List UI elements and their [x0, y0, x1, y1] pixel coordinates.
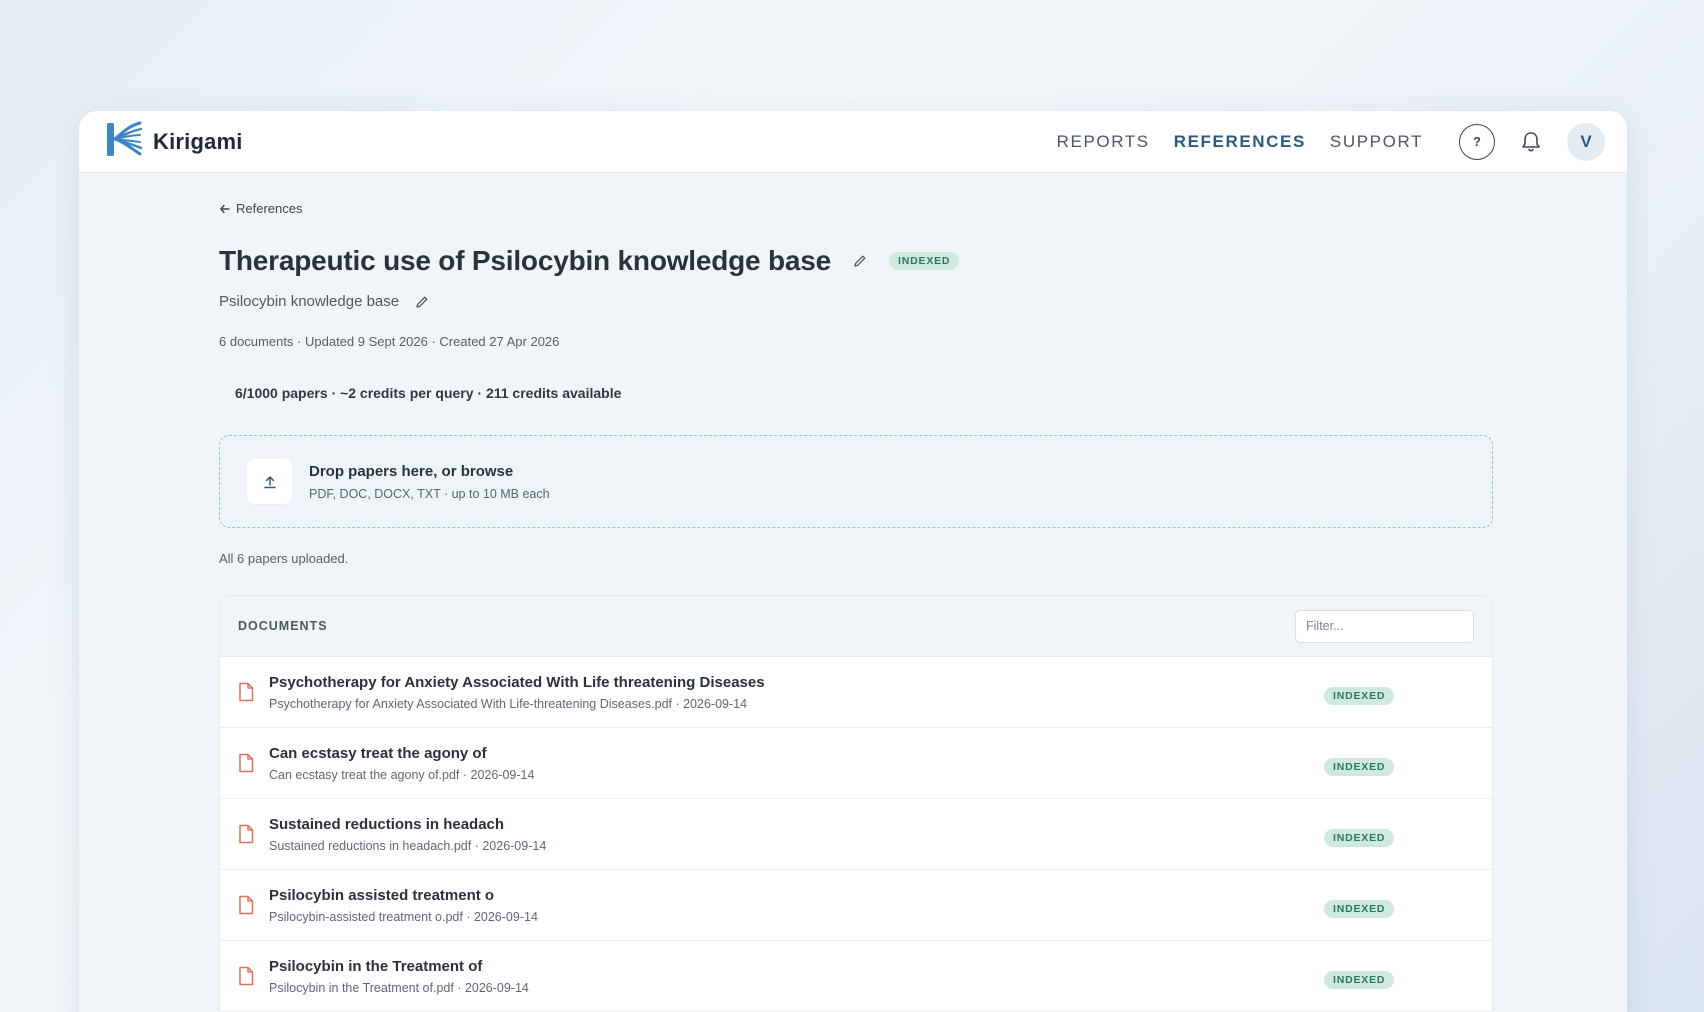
documents-panel: DOCUMENTS Psychotherapy for Anxiety Asso…: [219, 595, 1493, 1012]
document-row[interactable]: Can ecstasy treat the agony of Can ecsta…: [220, 728, 1492, 799]
help-button[interactable]: ?: [1459, 123, 1495, 160]
document-status-badge: INDEXED: [1324, 758, 1395, 776]
document-subtitle: Sustained reductions in headach.pdf · 20…: [269, 838, 547, 853]
help-icon: ?: [1473, 134, 1481, 149]
documents-title: DOCUMENTS: [238, 619, 328, 633]
pencil-icon: [854, 255, 866, 267]
document-text: Sustained reductions in headach Sustaine…: [269, 816, 546, 853]
document-row[interactable]: Psilocybin assisted treatment o Psilocyb…: [220, 870, 1492, 941]
file-icon: [238, 966, 254, 986]
document-text: Psychotherapy for Anxiety Associated Wit…: [269, 674, 765, 711]
title-row: Therapeutic use of Psilocybin knowledge …: [219, 245, 960, 277]
documents-header: DOCUMENTS: [220, 596, 1492, 657]
document-text: Can ecstasy treat the agony of Can ecsta…: [269, 745, 534, 782]
header-actions: ? V: [1459, 122, 1605, 161]
upload-icon: [263, 475, 276, 488]
document-text: Psilocybin in the Treatment of Psilocybi…: [269, 958, 529, 995]
file-icon: [238, 824, 254, 844]
file-icon: [238, 682, 254, 702]
back-link-label: References: [236, 201, 303, 216]
file-icon: [238, 895, 254, 915]
document-subtitle: Psilocybin-assisted treatment o.pdf · 20…: [269, 909, 538, 924]
document-title: Sustained reductions in headach: [269, 815, 505, 833]
back-link[interactable]: References: [219, 201, 302, 216]
brand-name: Kirigami: [153, 128, 243, 154]
brand[interactable]: Kirigami: [105, 120, 243, 163]
document-row[interactable]: Psilocybin in the Treatment of Psilocybi…: [220, 941, 1492, 1012]
status-badge: INDEXED: [889, 252, 960, 270]
document-row[interactable]: Psychotherapy for Anxiety Associated Wit…: [220, 657, 1492, 728]
notifications-button[interactable]: [1513, 124, 1549, 160]
document-status-badge: INDEXED: [1324, 900, 1395, 918]
dropzone-subtitle: PDF, DOC, DOCX, TXT · up to 10 MB each: [309, 486, 550, 501]
document-status-badge: INDEXED: [1324, 971, 1395, 989]
document-title: Can ecstasy treat the agony of: [269, 744, 487, 762]
document-subtitle: Psychotherapy for Anxiety Associated Wit…: [269, 696, 748, 711]
file-icon: [238, 753, 254, 773]
upload-status: All 6 papers uploaded.: [219, 551, 349, 566]
upload-dropzone[interactable]: Drop papers here, or browse PDF, DOC, DO…: [219, 435, 1493, 528]
dropzone-title: Drop papers here, or browse: [309, 462, 514, 480]
page-meta: 6 documents · Updated 9 Sept 2026 · Crea…: [219, 334, 560, 349]
document-title: Psychotherapy for Anxiety Associated Wit…: [269, 673, 765, 691]
bell-icon: [1522, 131, 1540, 151]
document-title: Psilocybin in the Treatment of: [269, 957, 483, 975]
top-navbar: Kirigami REPORTS REFERENCES SUPPORT ? V: [79, 111, 1627, 173]
pencil-icon: [416, 296, 428, 308]
upload-button[interactable]: [247, 459, 292, 504]
page-subtitle: Psilocybin knowledge base: [219, 293, 400, 310]
dropzone-text: Drop papers here, or browse PDF, DOC, DO…: [309, 463, 550, 501]
nav-link-support[interactable]: SUPPORT: [1330, 132, 1423, 152]
filter-input[interactable]: [1295, 609, 1474, 643]
document-text: Psilocybin assisted treatment o Psilocyb…: [269, 887, 538, 924]
document-status-badge: INDEXED: [1324, 687, 1395, 705]
edit-title-button[interactable]: [853, 254, 867, 268]
document-status-badge: INDEXED: [1324, 829, 1395, 847]
arrow-left-icon: [220, 204, 230, 213]
usage-summary: 6/1000 papers · ~2 credits per query · 2…: [235, 385, 622, 401]
nav-link-references[interactable]: REFERENCES: [1174, 132, 1306, 152]
subtitle-row: Psilocybin knowledge base: [219, 293, 429, 310]
kirigami-logo-icon: [105, 120, 143, 163]
document-subtitle: Psilocybin in the Treatment of.pdf · 202…: [269, 980, 529, 995]
document-row[interactable]: Sustained reductions in headach Sustaine…: [220, 799, 1492, 870]
edit-subtitle-button[interactable]: [415, 295, 429, 309]
app-window: Kirigami REPORTS REFERENCES SUPPORT ? V: [79, 111, 1627, 1012]
main-nav: REPORTS REFERENCES SUPPORT: [1057, 132, 1423, 152]
document-title: Psilocybin assisted treatment o: [269, 886, 495, 904]
user-avatar[interactable]: V: [1567, 122, 1605, 161]
document-subtitle: Can ecstasy treat the agony of.pdf · 202…: [269, 767, 535, 782]
nav-link-reports[interactable]: REPORTS: [1057, 132, 1150, 152]
page-title: Therapeutic use of Psilocybin knowledge …: [219, 245, 832, 276]
